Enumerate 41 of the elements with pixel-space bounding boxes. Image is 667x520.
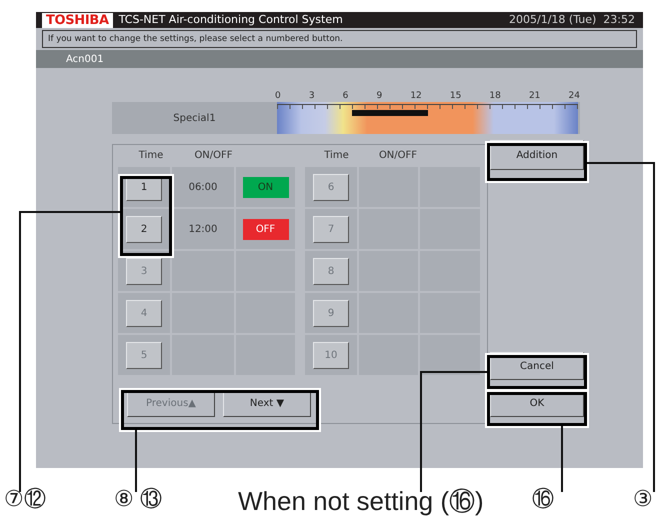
scale-label: 0 [275,90,281,102]
table-cell [172,251,234,291]
column-header: Time [138,149,164,163]
table-cell [420,335,480,375]
callout-label: ⑦⑫ [4,488,46,510]
scale-label: 15 [450,90,462,102]
slot-button[interactable]: 10 [313,342,349,368]
on-off-indicator: ON [242,176,288,198]
slot-button[interactable]: 4 [126,300,162,326]
callout-label: ⑧ ⑬ [114,488,162,510]
scale-label: 24 [568,90,580,102]
time-value: 12:00 [188,222,218,236]
window-title: TCS-NET Air-conditioning Control System [118,12,343,28]
on-off-indicator: OFF [242,218,288,240]
slot-button[interactable]: 7 [313,216,349,242]
slot-button[interactable]: 5 [126,342,162,368]
column-header: ON/OFF [194,149,233,163]
scale-label: 18 [489,90,501,102]
scale-label: 21 [528,90,540,102]
slot-button[interactable]: 9 [313,300,349,326]
scale-label: 9 [376,90,382,102]
unit-name: Acn001 [66,52,104,66]
scale-label: 12 [410,90,422,102]
leader-line [561,426,563,492]
column-header: ON/OFF [378,149,418,163]
scale-label: 6 [342,90,348,102]
callout-label: ⑯ [532,488,554,510]
slot-button[interactable]: 6 [313,174,349,200]
slot-button[interactable]: 8 [313,258,349,284]
time-value: 06:00 [188,180,218,194]
column-header: Time [324,149,349,163]
leader-line [135,430,137,492]
callout-label: When not setting (⑯) [238,488,484,514]
slot-button[interactable]: 3 [126,258,162,284]
message-bar: If you want to change the settings, please select a numbered button. [42,30,637,48]
scale-label: 3 [308,90,315,102]
slot-button[interactable]: 2 [126,216,162,242]
brand-logo: TOSHIBA [42,12,113,28]
callout-label: ③ [633,488,653,510]
schedule-name: Special1 [173,112,216,126]
date-time: 2005/1/18 (Tue) 23:52 [509,12,635,28]
